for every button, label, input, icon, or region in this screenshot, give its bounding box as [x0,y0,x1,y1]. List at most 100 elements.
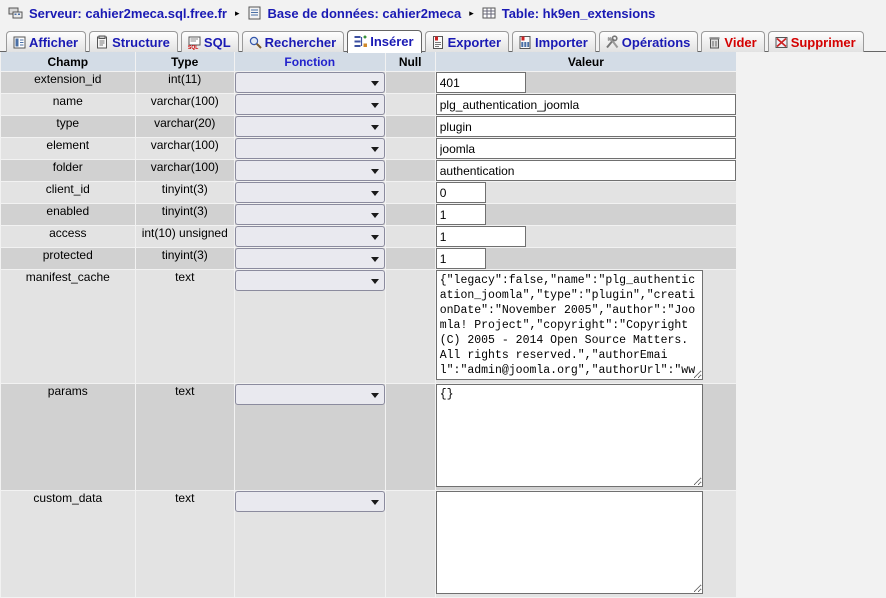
breadcrumb: Serveur: cahier2meca.sql.free.fr ▸ Base … [0,0,886,26]
insert-icon [353,34,368,49]
export-icon [431,35,446,50]
cell-value [434,383,738,491]
function-select[interactable] [234,248,385,269]
table-icon [481,5,497,21]
value-input-access[interactable] [435,226,526,247]
table-row: client_id tinyint(3) [0,181,738,204]
browse-icon [12,35,27,50]
table-row: folder varchar(100) [0,159,738,182]
cell-null [384,93,436,116]
cell-field: manifest_cache [0,269,136,384]
cell-field: protected [0,247,136,270]
cell-function [233,115,386,138]
cell-value [434,115,738,138]
tab-supprimer[interactable]: Supprimer [767,31,864,52]
value-textarea-params[interactable] [435,384,703,487]
tab-structure[interactable]: Structure [89,31,178,52]
cell-type: varchar(20) [134,115,235,138]
cell-field: name [0,93,136,116]
function-select[interactable] [234,384,385,405]
function-select[interactable] [234,491,385,512]
cell-field: params [0,383,136,491]
cell-type: text [134,383,235,491]
tab-sql[interactable]: SQL SQL [180,31,239,52]
value-input-name[interactable] [435,94,736,115]
cell-function [233,383,386,491]
value-input-extension_id[interactable] [435,72,526,93]
column-header-null: Null [384,52,436,72]
value-input-protected[interactable] [435,248,486,269]
tab-ins-rer[interactable]: Insérer [347,30,422,53]
cell-type: text [134,269,235,384]
tab-label: Importer [535,34,588,50]
cell-null [384,181,436,204]
cell-type: tinyint(3) [134,181,235,204]
cell-function [233,93,386,116]
function-select[interactable] [234,160,385,181]
cell-null [384,115,436,138]
table-row: type varchar(20) [0,115,738,138]
value-input-type[interactable] [435,116,736,137]
tab-afficher[interactable]: Afficher [6,31,87,52]
breadcrumb-database[interactable]: Base de données: cahier2meca [247,5,461,21]
function-select[interactable] [234,182,385,203]
cell-field: type [0,115,136,138]
table-row: name varchar(100) [0,93,738,116]
function-select[interactable] [234,72,385,93]
server-icon [8,5,24,21]
function-select[interactable] [234,226,385,247]
function-select[interactable] [234,94,385,115]
tab-rechercher[interactable]: Rechercher [241,31,345,52]
column-header-value: Valeur [434,52,738,72]
table-row: access int(10) unsigned [0,225,738,248]
tab-label: Afficher [29,34,79,50]
svg-text:SQL: SQL [188,45,198,50]
cell-function [233,225,386,248]
cell-field: enabled [0,203,136,226]
tab-bar: Afficher Structure SQL SQL Rechercher Insérer… [0,26,886,53]
cell-type: tinyint(3) [134,203,235,226]
cell-value [434,225,738,248]
value-input-element[interactable] [435,138,736,159]
value-input-client_id[interactable] [435,182,486,203]
cell-type: int(10) unsigned [134,225,235,248]
database-icon [247,5,263,21]
tab-label: Insérer [370,34,414,49]
cell-function [233,71,386,94]
tab-label: SQL [203,34,231,50]
cell-null [384,203,436,226]
cell-null [384,71,436,94]
cell-value [434,203,738,226]
empty-icon [707,35,722,50]
cell-field: element [0,137,136,160]
cell-field: folder [0,159,136,182]
import-icon [518,35,533,50]
breadcrumb-table[interactable]: Table: hk9en_extensions [481,5,656,21]
function-select[interactable] [234,204,385,225]
cell-value [434,93,738,116]
function-select[interactable] [234,138,385,159]
value-input-folder[interactable] [435,160,736,181]
cell-type: tinyint(3) [134,247,235,270]
tab-exporter[interactable]: Exporter [424,31,510,52]
table-row: params text [0,383,738,491]
tab-op-rations[interactable]: Opérations [598,31,699,52]
function-select[interactable] [234,270,385,291]
function-select[interactable] [234,116,385,137]
cell-value [434,247,738,270]
column-header-function: Fonction [233,52,386,72]
breadcrumb-table-label: Table: hk9en_extensions [501,5,656,21]
tab-vider[interactable]: Vider [701,31,765,52]
cell-value [434,159,738,182]
tab-label: Exporter [447,34,502,50]
cell-function [233,203,386,226]
breadcrumb-server[interactable]: Serveur: cahier2meca.sql.free.fr [8,5,227,21]
value-textarea-custom_data[interactable] [435,491,703,594]
column-header-field: Champ [0,52,136,72]
value-textarea-manifest_cache[interactable] [435,270,703,380]
insert-form-table: Champ Type Fonction Null Valeur extensio… [0,52,738,598]
cell-function [233,269,386,384]
table-row: protected tinyint(3) [0,247,738,270]
value-input-enabled[interactable] [435,204,486,225]
tab-importer[interactable]: Importer [512,31,596,52]
